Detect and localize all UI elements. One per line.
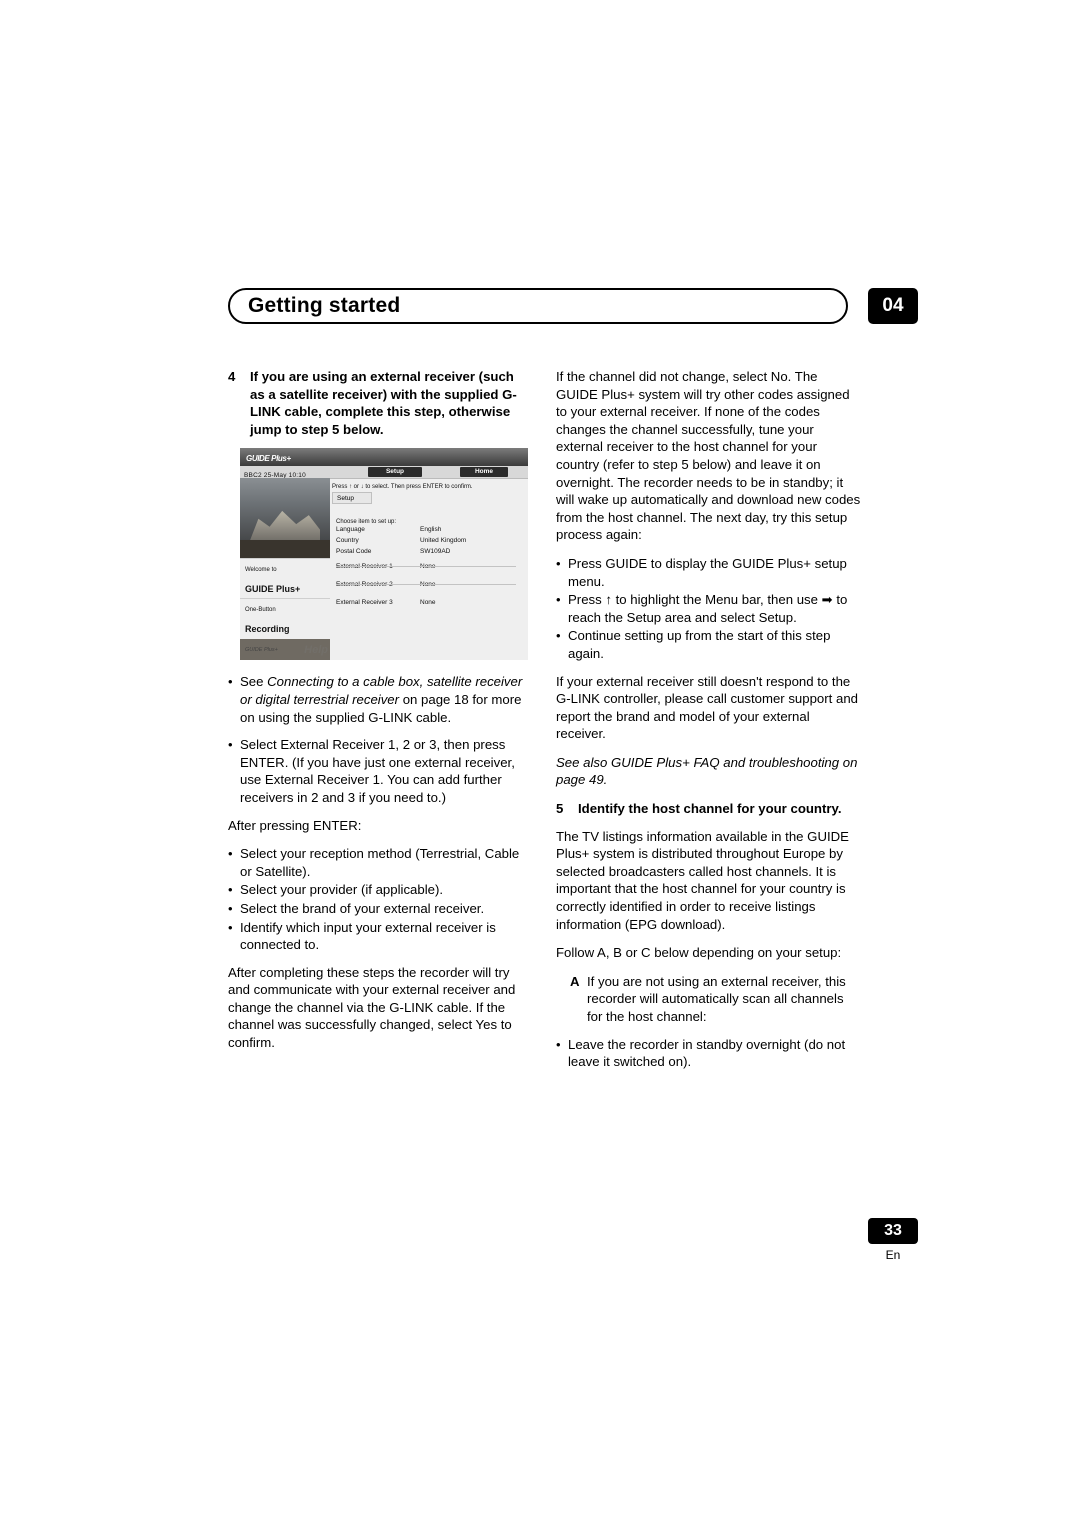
left-closing-paragraph: After completing these steps the recorde… [228,964,516,1051]
document-page: Getting started 04 4 If you are using an… [0,0,1080,1528]
chapter-badge: 04 [868,288,918,324]
figure-tab-home: Home [460,466,508,477]
bullet-text: Identify which input your external recei… [240,919,496,953]
retry-bullet-list: • Press GUIDE to display the GUIDE Plus+… [556,555,862,663]
figure-promo-recording: One-Button Recording GUIDE Plus+ [240,598,330,653]
figure-dark-strip [240,540,330,559]
page-number-badge: 33 [868,1218,918,1244]
page-title: Getting started [248,294,401,317]
item-a-marker: A [570,973,580,989]
bullet-marker: • [556,1036,561,1052]
list-item: • Identify which input your external rec… [228,919,528,954]
page-language: En [885,1248,901,1262]
bullet-text: Press ↑ to highlight the Menu bar, then … [568,592,848,625]
bullet-text: Select the brand of your external receiv… [240,900,485,916]
page-header: Getting started [228,288,848,324]
figure-row-key: External Receiver 3 [336,598,393,606]
bullet-text: Select your reception method (Terrestria… [240,846,520,879]
right-paragraph-1: If the channel did not change, select No… [556,369,861,543]
item-a-text: If you are not using an external receive… [587,973,846,1024]
bullet-marker: • [556,592,561,608]
figure-promo-welcome: Welcome to GUIDE Plus+ GUIDE Plus+ [240,558,330,613]
see-also-faq: See also GUIDE Plus+ FAQ and troubleshoo… [556,754,862,789]
bullet-text: Select your provider (if applicable). [240,882,444,898]
bullet-marker: • [228,919,233,935]
right-paragraph-3: The TV listings information available in… [556,828,849,932]
table-row: External Receiver 3 None [336,593,516,611]
right-column: If the channel did not change, select No… [556,368,862,1081]
left-column: 4 If you are using an external receiver … [228,368,528,1063]
bullet-leave-standby: • Leave the recorder in standby overnigh… [556,1036,862,1071]
bullet-see-connecting: • See Connecting to a cable box, satelli… [228,673,528,726]
list-item: • Select the brand of your external rece… [228,900,528,918]
figure-row-value: None [420,598,436,606]
bullet-marker: • [228,737,233,753]
step-4: 4 If you are using an external receiver … [228,368,528,438]
step-5: 5 Identify the host channel for your cou… [556,800,862,818]
step-5-text: Identify the host channel for your count… [578,801,842,817]
bullet-marker: • [228,846,233,862]
figure-divider [336,584,516,586]
figure-promo-recording-label: One-Button [245,607,276,614]
bullet-see-connecting-pre: See [240,674,268,690]
step-4-number: 4 [228,369,236,384]
bullet-leave-standby-text: Leave the recorder in standby overnight … [568,1036,846,1070]
figure-preview-image [240,478,330,541]
item-a: A If you are not using an external recei… [570,973,862,1026]
table-row: Postal Code SW109AD [336,546,516,557]
list-item: • Press GUIDE to display the GUIDE Plus+… [556,555,862,590]
figure-tab-setup: Setup [368,466,422,477]
bullet-marker: • [228,674,233,690]
guide-plus-setup-screenshot: GUIDE Plus+ BBC2 25-May 10:10 Setup Home… [240,448,528,661]
list-item: • Select your provider (if applicable). [228,881,528,899]
figure-left-panel: Welcome to GUIDE Plus+ GUIDE Plus+ One-B… [240,478,330,661]
figure-divider [336,566,516,568]
list-item: • Press ↑ to highlight the Menu bar, the… [556,591,862,626]
see-also-pre: See also [556,754,611,770]
right-paragraph-2: If your external receiver still doesn't … [556,673,858,742]
step-4-text: If you are using an external receiver (s… [250,369,517,437]
figure-guide-plus-logo: GUIDE Plus+ [246,454,291,464]
after-enter-bullet-list: • Select your reception method (Terrestr… [228,845,528,954]
list-item: • Continue setting up from the start of … [556,627,862,662]
bullet-select-external-receiver-text: Select External Receiver 1, 2 or 3, then… [240,737,515,805]
bullet-text: Press GUIDE to display the GUIDE Plus+ s… [568,555,847,589]
bullet-marker: • [228,882,233,898]
figure-promo-welcome-title: GUIDE Plus+ [245,583,301,594]
figure-setup-heading: Setup [332,492,372,505]
figure-menu-bar: Setup Home [368,466,528,478]
after-pressing-enter-text: After pressing ENTER: [228,817,362,833]
figure-settings-table: Language English Country United Kingdom … [336,524,516,611]
bullet-marker: • [556,555,561,571]
see-also-italic: GUIDE Plus+ FAQ and troubleshooting [611,754,840,770]
bullet-select-external-receiver: • Select External Receiver 1, 2 or 3, th… [228,736,528,806]
right-paragraph-4: Follow A, B or C below depending on your… [556,945,842,961]
bullet-marker: • [228,900,233,916]
list-item: • Select your reception method (Terrestr… [228,845,528,880]
figure-promo-recording-title: Recording [245,623,290,634]
figure-help-watermark: Help [304,643,328,656]
step-5-number: 5 [556,801,564,817]
figure-promo-welcome-label: Welcome to [245,567,277,574]
bullet-text: Continue setting up from the start of th… [568,628,831,661]
bullet-marker: • [556,628,561,644]
